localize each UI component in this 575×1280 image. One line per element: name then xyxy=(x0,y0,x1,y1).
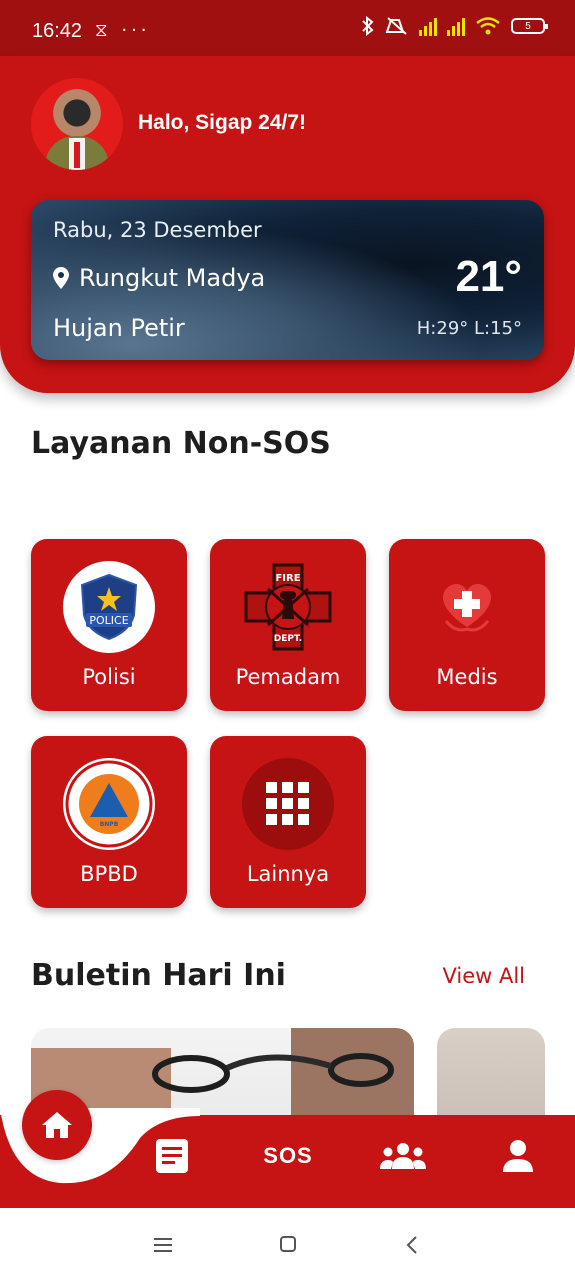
community-icon xyxy=(380,1143,426,1169)
view-all-link[interactable]: View All xyxy=(442,964,525,988)
greeting-text: Halo, Sigap 24/7! xyxy=(138,111,307,134)
service-label: Polisi xyxy=(82,665,136,689)
fire-badge-top: FIRE xyxy=(275,573,300,584)
service-tile-medis[interactable]: Medis xyxy=(389,539,545,711)
signal-2-icon xyxy=(447,16,465,36)
services-title: Layanan Non-SOS xyxy=(31,426,331,461)
system-nav-bar xyxy=(0,1208,575,1280)
service-tile-bpbd[interactable]: BNPB BPBD xyxy=(31,736,187,908)
police-badge-text: POLICE xyxy=(89,614,128,627)
nav-community[interactable] xyxy=(378,1136,428,1176)
fire-badge-bottom: DEPT. xyxy=(274,634,302,644)
status-bar: 16:42 ⧖ ··· 5 xyxy=(0,0,575,56)
service-tile-pemadam[interactable]: FIRE DEPT. Pemadam xyxy=(210,539,366,711)
weather-location-label: Rungkut Madya xyxy=(79,264,266,292)
medical-cross-icon xyxy=(421,561,513,653)
header: Halo, Sigap 24/7! Rabu, 23 Desember Rung… xyxy=(0,56,575,393)
news-icon xyxy=(156,1139,188,1173)
service-label: Medis xyxy=(436,665,498,689)
mute-vibrate-icon xyxy=(385,17,407,35)
weather-date: Rabu, 23 Desember xyxy=(53,218,262,242)
fire-dept-icon: FIRE DEPT. xyxy=(242,561,334,653)
avatar[interactable] xyxy=(31,78,123,170)
menu-icon[interactable] xyxy=(154,1238,172,1252)
sos-label: SOS xyxy=(263,1143,313,1168)
location-pin-icon xyxy=(53,267,69,289)
home-button[interactable] xyxy=(22,1090,92,1160)
service-label: Pemadam xyxy=(235,665,341,689)
bpbd-logo-icon: BNPB xyxy=(63,758,155,850)
bluetooth-icon xyxy=(362,16,374,36)
status-right-icons: 5 xyxy=(361,16,548,36)
nav-news[interactable] xyxy=(152,1136,192,1176)
battery-icon: 5 xyxy=(511,18,548,34)
nav-sos[interactable]: SOS xyxy=(258,1136,318,1176)
service-label: BPBD xyxy=(80,862,138,886)
weather-hi-lo: H:29° L:15° xyxy=(416,318,522,339)
home-icon xyxy=(42,1112,72,1138)
grid-icon xyxy=(242,758,334,850)
weather-location: Rungkut Madya xyxy=(53,264,265,292)
weather-temperature: 21° xyxy=(455,252,522,301)
profile-icon xyxy=(503,1140,533,1172)
app-screen: 16:42 ⧖ ··· 5 Halo, Sigap 24/7! Rabu, 23… xyxy=(0,0,575,1280)
status-time: 16:42 xyxy=(32,20,83,42)
service-tile-lainnya[interactable]: Lainnya xyxy=(210,736,366,908)
service-label: Lainnya xyxy=(246,862,330,886)
weather-condition: Hujan Petir xyxy=(53,314,185,342)
wifi-icon xyxy=(476,17,500,35)
signal-1-icon xyxy=(419,16,437,36)
battery-level: 5 xyxy=(525,20,531,32)
notification-icons: ⧖ ··· xyxy=(95,20,151,41)
svg-text:BNPB: BNPB xyxy=(100,821,119,828)
weather-card[interactable]: Rabu, 23 Desember Rungkut Madya Hujan Pe… xyxy=(31,200,544,360)
police-badge-icon: POLICE xyxy=(63,561,155,653)
nav-profile[interactable] xyxy=(500,1136,536,1176)
home-square-icon[interactable] xyxy=(280,1236,296,1252)
bulletin-title: Buletin Hari Ini xyxy=(31,958,286,993)
back-icon[interactable] xyxy=(406,1236,418,1254)
service-tile-polisi[interactable]: POLICE Polisi xyxy=(31,539,187,711)
